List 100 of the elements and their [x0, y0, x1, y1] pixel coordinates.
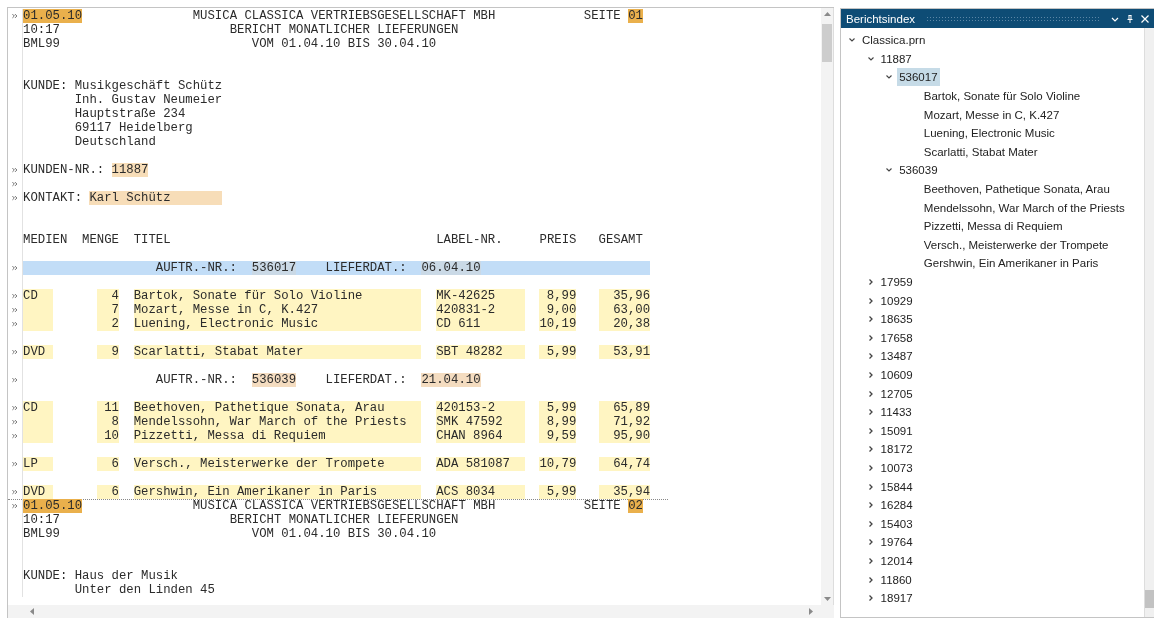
quantity-cell: 4 [96, 289, 119, 303]
chevron-right-icon[interactable] [866, 519, 875, 528]
tree-item[interactable]: Mendelssohn, War March of the Priests [921, 198, 1127, 217]
chevron-right-icon[interactable] [866, 315, 875, 324]
tree-item[interactable]: 18172 [878, 440, 915, 459]
chevron-right-icon[interactable] [866, 333, 875, 342]
contact-label: KONTAKT: [23, 191, 83, 205]
chevron-right-icon[interactable] [866, 278, 875, 286]
tree-item[interactable]: 10609 [878, 366, 915, 384]
tree-item[interactable]: 16284 [878, 496, 915, 515]
tree-item[interactable]: Luening, Electronic Music [921, 124, 1057, 143]
program-code: BML99 [23, 527, 60, 541]
contact-name: Karl Schütz [89, 191, 223, 205]
chevron-right-icon[interactable] [866, 426, 875, 435]
total-cell: 95,90 [598, 429, 651, 443]
vertical-scrollbar[interactable] [821, 8, 834, 605]
tree-item[interactable]: 13487 [878, 347, 915, 366]
media-cell: CD [23, 289, 53, 331]
row-marker-icon [12, 307, 18, 313]
vertical-scrollbar[interactable] [1144, 28, 1154, 617]
tree-item[interactable]: 12014 [878, 551, 915, 570]
label-number-cell: SMK 47592 [436, 415, 525, 429]
tree-item[interactable]: 536039 [897, 161, 940, 180]
pin-icon[interactable] [1125, 13, 1135, 24]
row-marker-icon [12, 195, 18, 201]
tree-item[interactable]: 11860 [878, 570, 914, 589]
chevron-right-icon[interactable] [866, 538, 875, 547]
tree-item[interactable]: 536017 [897, 68, 940, 87]
tree-item[interactable]: 18635 [878, 310, 915, 329]
chevron-right-icon[interactable] [866, 389, 875, 398]
tree-item[interactable]: 18917 [878, 589, 915, 608]
quantity-cell: 2 [96, 317, 119, 331]
tree-item[interactable]: 10929 [878, 291, 915, 310]
tree-item[interactable]: Mozart, Messe in C, K.427 [921, 105, 1062, 124]
tree-item[interactable]: 19764 [878, 533, 915, 552]
tree-item[interactable]: 15403 [878, 514, 915, 533]
tree-item[interactable]: Beethoven, Pathetique Sonata, Arau [921, 180, 1112, 199]
row-marker-icon [12, 167, 18, 173]
label-number-cell: 420153-2 [436, 401, 525, 415]
tree-item[interactable]: 12705 [878, 384, 915, 403]
order-row[interactable]: AUFTR.-NR.: 536039 LIEFERDAT.: 21.04.10 [23, 373, 651, 387]
tree-item[interactable]: 10073 [878, 458, 915, 477]
tree-item[interactable]: 11433 [878, 403, 914, 422]
total-cell: 71,92 [598, 415, 651, 429]
column-header: LABEL-NR. [436, 233, 504, 247]
total-cell: 20,38 [598, 317, 651, 331]
chevron-right-icon[interactable] [866, 371, 875, 379]
report-period: VOM 01.04.10 BIS 30.04.10 [251, 37, 437, 51]
chevron-right-icon[interactable] [866, 482, 875, 491]
chevron-right-icon[interactable] [866, 408, 875, 417]
chevron-right-icon[interactable] [866, 445, 875, 454]
report-time: 10:17 [23, 23, 60, 37]
chevron-down-icon[interactable] [866, 54, 875, 63]
page-label: SEITE [583, 9, 621, 23]
report-time: 10:17 [23, 513, 60, 527]
customer-address-line: Unter den Linden 45 [74, 583, 215, 597]
price-cell: 5,99 [539, 345, 577, 359]
page-label: SEITE [583, 499, 621, 513]
chevron-right-icon[interactable] [866, 296, 875, 305]
tree-item[interactable]: Versch., Meisterwerke der Trompete [921, 235, 1111, 254]
row-marker-icon [12, 405, 18, 411]
tree-item[interactable]: 11887 [878, 49, 914, 68]
total-cell: 35,94 [598, 485, 651, 499]
tree-item[interactable]: Pizzetti, Messa di Requiem [921, 217, 1065, 236]
tree-item[interactable]: Bartok, Sonate für Solo Violine [921, 87, 1083, 106]
media-cell: LP [23, 457, 53, 471]
close-icon[interactable] [1140, 13, 1150, 24]
tree-item[interactable]: 17658 [878, 328, 915, 347]
row-marker-icon [12, 321, 18, 327]
total-cell: 53,91 [598, 345, 651, 359]
tree-item[interactable]: Gershwin, Ein Amerikaner in Paris [921, 254, 1101, 273]
chevron-right-icon[interactable] [866, 352, 875, 361]
tree-item[interactable]: 15844 [878, 477, 915, 496]
chevron-right-icon[interactable] [866, 463, 875, 472]
scrollbar-thumb[interactable] [1145, 590, 1154, 608]
scrollbar-thumb[interactable] [822, 24, 832, 62]
report-title: BERICHT MONATLICHER LIEFERUNGEN [229, 23, 459, 37]
row-marker-icon [12, 461, 18, 467]
chevron-right-icon[interactable] [866, 556, 875, 565]
tree-item[interactable]: Classica.prn [860, 31, 928, 50]
chevron-right-icon[interactable] [866, 501, 875, 510]
title-cell: Gershwin, Ein Amerikaner in Paris [133, 485, 422, 499]
column-header: MENGE [82, 233, 119, 247]
tree-item[interactable]: Scarlatti, Stabat Mater [921, 142, 1040, 161]
chevron-right-icon[interactable] [866, 575, 875, 584]
total-cell: 63,00 [598, 303, 651, 317]
label-number-cell: ADA 581087 [436, 457, 525, 471]
chevron-right-icon[interactable] [866, 594, 875, 603]
order-row[interactable]: AUFTR.-NR.: 536017 LIEFERDAT.: 06.04.10 [23, 261, 651, 275]
horizontal-scrollbar[interactable] [8, 605, 834, 618]
page-number: 01 [628, 9, 643, 23]
scroll-left-icon[interactable] [30, 608, 34, 615]
tree-item[interactable]: 15091 [878, 421, 915, 440]
scroll-up-icon[interactable] [823, 12, 831, 16]
title-cell: Scarlatti, Stabat Mater [133, 345, 422, 359]
total-cell: 64,74 [598, 457, 651, 471]
report-period: VOM 01.04.10 BIS 30.04.10 [251, 527, 437, 541]
scroll-right-icon[interactable] [809, 608, 813, 615]
scroll-down-icon[interactable] [823, 597, 831, 601]
tree-item[interactable]: 17959 [878, 273, 915, 291]
